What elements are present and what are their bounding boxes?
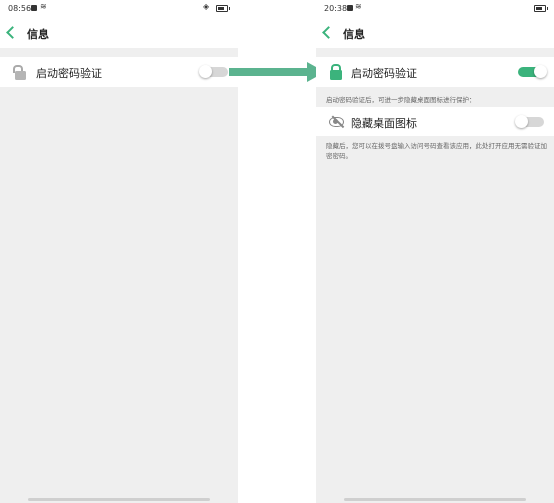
- title-bar: 信息: [0, 18, 238, 48]
- password-verification-label: 启动密码验证: [351, 67, 417, 80]
- status-bar: 20:38 ≋: [316, 0, 554, 18]
- hide-desktop-icon-row[interactable]: 隐藏桌面图标: [316, 107, 554, 136]
- hide-desktop-icon-label: 隐藏桌面图标: [351, 117, 417, 130]
- lock-icon: [329, 64, 343, 80]
- hide-desktop-icon-toggle[interactable]: [515, 115, 544, 128]
- hide-desktop-icon-hint: 隐藏后，您可以在拨号盘输入访问号码查看该应用，此处打开应用无需验证加密密码。: [326, 142, 547, 160]
- password-verification-row[interactable]: 启动密码验证: [0, 57, 238, 87]
- password-verification-label: 启动密码验证: [36, 67, 102, 80]
- back-button[interactable]: [6, 26, 19, 39]
- right-phone-screen: 20:38 ≋ 信息 启动密码验证 启动密码验证后，可进一步隐藏桌面图标进行保护…: [316, 0, 554, 503]
- title-bar: 信息: [316, 18, 554, 48]
- vibrate-icon: ◈: [203, 2, 210, 11]
- status-time: 20:38: [324, 4, 348, 13]
- password-verification-row[interactable]: 启动密码验证: [316, 57, 554, 87]
- transition-arrow-icon: [229, 62, 325, 82]
- left-phone-screen: 08:56 ≋ ◈ 信息 启动密码验证: [0, 0, 238, 503]
- status-bar: 08:56 ≋ ◈: [0, 0, 238, 18]
- wifi-icon: ≋: [40, 2, 47, 11]
- notification-icon: [347, 5, 353, 11]
- password-verification-hint: 启动密码验证后，可进一步隐藏桌面图标进行保护：: [326, 96, 476, 104]
- notification-icon: [31, 5, 37, 11]
- home-indicator: [28, 498, 210, 501]
- password-verification-toggle[interactable]: [518, 65, 547, 78]
- status-time: 08:56: [8, 4, 32, 13]
- lock-open-icon: [13, 65, 27, 80]
- back-button[interactable]: [322, 26, 335, 39]
- home-indicator: [344, 498, 526, 501]
- wifi-icon: ≋: [355, 2, 362, 11]
- battery-icon: [216, 5, 230, 12]
- password-verification-toggle[interactable]: [199, 65, 228, 78]
- page-title: 信息: [343, 28, 365, 41]
- page-title: 信息: [27, 28, 49, 41]
- eye-hidden-icon: [329, 115, 344, 129]
- battery-icon: [534, 5, 548, 12]
